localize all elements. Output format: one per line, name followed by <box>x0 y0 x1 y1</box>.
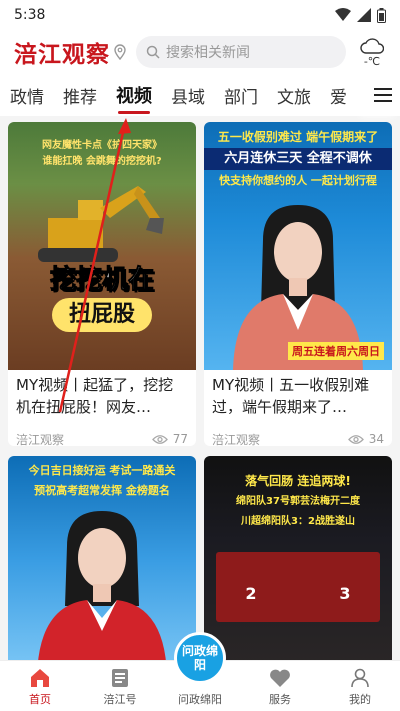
nav-home[interactable]: 首页 <box>5 668 75 707</box>
tab-wenlv[interactable]: 文旅 <box>277 83 311 108</box>
nav-fuwu[interactable]: 服务 <box>245 668 315 707</box>
video-grid: 网友魔性卡点《护四天家》 谁能扛晚 会跳舞的挖挖机? 挖挖机在 扭屁股 MY视频… <box>0 116 400 666</box>
app-header: 涪江观察 搜索相关新闻 -℃ <box>0 30 400 74</box>
thumb-caption: 预祝高考超常发挥 金榜题名 <box>34 484 170 497</box>
nav-label: 首页 <box>29 693 51 706</box>
view-count: 34 <box>347 432 384 446</box>
view-count: 77 <box>151 432 188 446</box>
weather-widget[interactable]: -℃ <box>354 37 390 68</box>
tab-xianyu[interactable]: 县域 <box>171 83 205 108</box>
search-icon <box>146 45 160 59</box>
video-thumbnail[interactable]: 今日吉日接好运 考试一路通关 预祝高考超常发挥 金榜题名 <box>8 456 196 666</box>
thumb-caption: 绵阳队37号郭芸法梅开二度 <box>236 496 360 507</box>
cloud-icon <box>360 37 384 54</box>
thumb-tag: 周五连着周六周日 <box>288 342 384 360</box>
card-meta: 涪江观察 34 <box>204 420 392 446</box>
thumb-headline: 挖挖机在 <box>49 265 154 296</box>
list-icon <box>112 669 128 687</box>
video-thumbnail[interactable]: 五一收假别难过 端午假期来了 六月连休三天 全程不调休 快支持你想约的人 一起计… <box>204 122 392 370</box>
tab-ai[interactable]: 爱 <box>330 83 347 108</box>
view-count-value: 77 <box>172 432 188 446</box>
home-icon <box>31 669 49 687</box>
thumb-caption: 快支持你想约的人 一起计划行程 <box>219 174 377 187</box>
thumb-caption: 落气回肠 连追两球! <box>245 474 351 488</box>
thumb-headline: 扭屁股 <box>52 298 152 332</box>
news-anchor-image <box>37 511 167 666</box>
app-logo[interactable]: 涪江观察 <box>14 35 110 69</box>
menu-icon[interactable] <box>366 74 400 116</box>
nav-fujianghao[interactable]: 涪江号 <box>85 668 155 707</box>
weather-temp: -℃ <box>363 54 381 68</box>
nav-label: 我的 <box>349 693 371 706</box>
search-box[interactable]: 搜索相关新闻 <box>136 36 346 68</box>
nav-label: 问政绵阳 <box>178 693 222 706</box>
thumb-caption: 谁能扛晚 会跳舞的挖挖机? <box>42 156 162 167</box>
view-count-value: 34 <box>368 432 384 446</box>
eye-icon <box>151 434 168 444</box>
excavator-image <box>38 186 164 262</box>
status-time: 5:38 <box>14 7 46 23</box>
card-title[interactable]: MY视频丨五一收假别难过，端午假期来了… <box>204 370 392 420</box>
scoreboard-scores: 2 3 <box>204 584 392 603</box>
nav-mine[interactable]: 我的 <box>325 668 395 707</box>
card-meta: 涪江观察 77 <box>8 420 196 446</box>
battery-icon <box>377 7 386 23</box>
tab-zhengqing[interactable]: 政情 <box>10 83 44 108</box>
video-card[interactable]: 五一收假别难过 端午假期来了 六月连休三天 全程不调休 快支持你想约的人 一起计… <box>204 122 392 446</box>
video-thumbnail[interactable]: 落气回肠 连追两球! 绵阳队37号郭芸法梅开二度 川超绵阳队3：2战胜遂山 2 … <box>204 456 392 666</box>
channel-tabs: 政情 推荐 视频 县域 部门 文旅 爱 <box>0 74 400 116</box>
card-source: 涪江观察 <box>16 432 65 447</box>
score-home: 2 <box>245 584 257 603</box>
tab-tuijian[interactable]: 推荐 <box>63 83 97 108</box>
video-card[interactable]: 落气回肠 连追两球! 绵阳队37号郭芸法梅开二度 川超绵阳队3：2战胜遂山 2 … <box>204 456 392 666</box>
status-bar: 5:38 <box>0 0 400 30</box>
card-title[interactable]: MY视频丨起猛了，挖挖机在扭屁股！网友… <box>8 370 196 420</box>
location-icon[interactable] <box>114 44 126 60</box>
tab-bumen[interactable]: 部门 <box>224 83 258 108</box>
center-logo-icon[interactable]: 问政绵阳 <box>174 632 226 684</box>
signal-icon <box>357 8 371 22</box>
eye-icon <box>347 434 364 444</box>
thumb-caption: 网友魔性卡点《护四天家》 <box>42 140 162 151</box>
video-card[interactable]: 今日吉日接好运 考试一路通关 预祝高考超常发挥 金榜题名 <box>8 456 196 666</box>
search-placeholder: 搜索相关新闻 <box>166 45 250 61</box>
video-card[interactable]: 网友魔性卡点《护四天家》 谁能扛晚 会跳舞的挖挖机? 挖挖机在 扭屁股 MY视频… <box>8 122 196 446</box>
tab-shipin[interactable]: 视频 <box>116 82 152 114</box>
thumb-caption: 今日吉日接好运 考试一路通关 <box>28 464 176 477</box>
nav-label: 服务 <box>269 693 291 706</box>
heart-icon <box>270 669 290 687</box>
thumb-caption: 川超绵阳队3：2战胜遂山 <box>241 516 355 527</box>
bottom-nav: 首页 涪江号 问政绵阳 问政绵阳 服务 我的 <box>0 632 400 711</box>
user-icon <box>351 668 369 688</box>
thumb-caption: 六月连休三天 全程不调休 <box>204 148 392 170</box>
thumb-caption: 五一收假别难过 端午假期来了 <box>217 130 379 144</box>
score-away: 3 <box>339 584 351 603</box>
app-screen: 5:38 涪江观察 搜索相关新闻 -℃ 政情 推荐 视频 县域 部门 文旅 爱 <box>0 0 400 711</box>
video-thumbnail[interactable]: 网友魔性卡点《护四天家》 谁能扛晚 会跳舞的挖挖机? 挖挖机在 扭屁股 <box>8 122 196 370</box>
wifi-icon <box>335 8 351 21</box>
nav-label: 涪江号 <box>103 693 137 706</box>
status-icons <box>335 7 386 23</box>
card-source: 涪江观察 <box>212 432 261 447</box>
nav-wenzheng[interactable]: 问政绵阳 问政绵阳 <box>165 632 235 707</box>
